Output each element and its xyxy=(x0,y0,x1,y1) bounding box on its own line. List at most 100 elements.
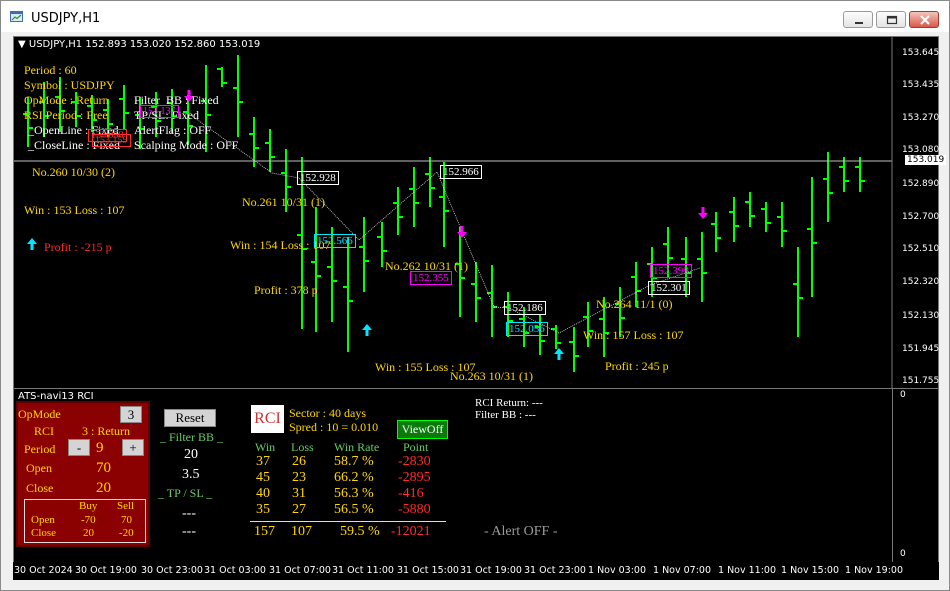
time-tick: 31 Oct 11:00 xyxy=(332,565,394,576)
sell-arrow-icon xyxy=(457,226,467,238)
stats-cell: 56.5 % xyxy=(334,502,374,517)
trade-no-261: No.261 10/31 (1) xyxy=(242,195,325,209)
buy-arrow-icon xyxy=(362,324,372,336)
price-label: 152.355 xyxy=(410,271,452,285)
trade-winloss-264: Win : 157 Loss : 107 xyxy=(583,328,684,342)
stats-head-loss: Loss xyxy=(291,440,314,454)
window-title: USDJPY,H1 xyxy=(31,11,101,26)
period-increment-button[interactable]: + xyxy=(122,439,144,456)
table-head-buy: Buy xyxy=(79,500,98,512)
price-label: 152.301 xyxy=(648,281,690,295)
table-close-buy: 20 xyxy=(83,527,94,539)
trade-profit-261: Profit : 378 p xyxy=(254,283,318,297)
info-symbol: Symbol : USDJPY xyxy=(24,78,115,92)
indicator-scale-bottom: 0 xyxy=(900,549,906,559)
time-tick: 1 Nov 07:00 xyxy=(653,565,712,576)
price-label: 152.399 xyxy=(650,264,692,278)
trade-profit-260: Profit : -215 p xyxy=(44,240,112,254)
chart-symbol-header: ▼ USDJPY,H1 152.893 153.020 152.860 153.… xyxy=(18,39,261,50)
table-close-label: Close xyxy=(31,527,57,539)
info-opmode: OpMode : Return xyxy=(24,93,109,107)
reset-button[interactable]: Reset xyxy=(164,409,216,427)
price-tick: 153.080 xyxy=(902,145,940,155)
period-decrement-button[interactable]: - xyxy=(68,439,90,456)
maximize-button[interactable] xyxy=(876,11,906,28)
open-value[interactable]: 70 xyxy=(96,460,111,477)
total-point: -12021 xyxy=(391,524,431,539)
price-label: 152.566 xyxy=(314,234,356,248)
time-tick: 1 Nov 03:00 xyxy=(588,565,647,576)
filter-bb-value-2: 3.5 xyxy=(182,467,200,482)
filter-bb-header: _ Filter BB _ xyxy=(160,430,224,444)
price-label: 152.966 xyxy=(440,165,482,179)
minimize-button[interactable] xyxy=(843,11,873,28)
table-open-label: Open xyxy=(31,514,55,526)
opmode-label: OpMode xyxy=(18,407,61,421)
price-label: 152.056 xyxy=(506,322,548,336)
info-alert-flag: AlertFlag : OFF xyxy=(134,123,212,137)
spred-text: Spred : 10 = 0.010 xyxy=(289,420,379,434)
stats-cell: 45 xyxy=(256,470,270,485)
price-chart-canvas xyxy=(14,37,893,390)
price-tick: 152.130 xyxy=(902,311,940,321)
stats-cell: -416 xyxy=(398,486,424,501)
info-scalping: Scalping Mode : OFF xyxy=(134,138,239,152)
close-button[interactable] xyxy=(909,11,939,28)
tp-value: --- xyxy=(182,506,196,521)
open-label: Open xyxy=(26,461,52,475)
trade-profit-264: Profit : 245 p xyxy=(605,359,669,373)
rci-return-status: RCI Return: --- xyxy=(475,397,543,409)
stats-cell: -2895 xyxy=(398,470,431,485)
close-label: Close xyxy=(26,481,54,495)
buy-arrow-icon xyxy=(27,238,37,250)
price-tick: 151.945 xyxy=(902,344,940,354)
trade-winloss-260: Win : 153 Loss : 107 xyxy=(24,203,125,217)
time-tick: 1 Nov 11:00 xyxy=(718,565,777,576)
time-tick: 30 Oct 23:00 xyxy=(141,565,203,576)
stats-cell: -2830 xyxy=(398,454,431,469)
table-open-buy: -70 xyxy=(81,514,96,526)
level-table: Buy Sell Open -70 70 Close 20 -20 xyxy=(24,499,146,543)
time-tick: 1 Nov 15:00 xyxy=(781,565,840,576)
filter-bb-status: Filter BB : --- xyxy=(475,409,536,421)
indicator-scale-top: 0 xyxy=(900,390,906,400)
time-tick: 1 Nov 19:00 xyxy=(845,565,904,576)
price-tick: 153.435 xyxy=(902,80,940,90)
info-period: Period : 60 xyxy=(24,63,77,77)
viewoff-button[interactable]: ViewOff xyxy=(397,420,448,439)
stats-cell: 37 xyxy=(256,454,270,469)
rci-label: RCI xyxy=(34,424,55,438)
stats-cell: 35 xyxy=(256,502,270,517)
table-open-sell: 70 xyxy=(121,514,132,526)
stats-cell: 31 xyxy=(292,486,306,501)
price-label: 153.159 xyxy=(92,134,131,147)
total-win: 157 xyxy=(254,524,275,539)
stats-cell: 23 xyxy=(292,470,306,485)
price-tick: 152.700 xyxy=(902,212,940,222)
stats-head-win: Win xyxy=(255,440,276,454)
time-tick: 31 Oct 23:00 xyxy=(524,565,586,576)
time-tick: 30 Oct 2024 xyxy=(14,565,73,576)
opmode-value-button[interactable]: 3 xyxy=(120,406,142,423)
sell-arrow-icon xyxy=(698,207,708,219)
indicator-axis-separator xyxy=(892,389,893,564)
time-axis: 30 Oct 2024 30 Oct 19:00 30 Oct 23:00 31 Oc… xyxy=(13,562,939,580)
stats-cell: 26 xyxy=(292,454,306,469)
price-tick: 153.270 xyxy=(902,113,940,123)
stats-divider xyxy=(250,521,446,522)
buy-arrow-icon xyxy=(554,348,564,360)
rci-control-panel: OpMode 3 RCI 3 : Return Period - 9 + Ope… xyxy=(16,401,150,547)
title-bar[interactable]: USDJPY,H1 xyxy=(1,1,949,32)
stats-head-point: Point xyxy=(403,440,429,454)
indicator-pane[interactable]: ATS-navi13 RCI 0 0 OpMode 3 RCI 3 : Retu… xyxy=(13,388,939,564)
table-head-sell: Sell xyxy=(117,500,135,512)
close-value[interactable]: 20 xyxy=(96,480,111,497)
time-tick: 31 Oct 19:00 xyxy=(460,565,522,576)
price-label: 152.186 xyxy=(504,301,546,315)
stats-cell: -5880 xyxy=(398,502,431,517)
logo-text: RCI xyxy=(254,410,281,427)
sector-text: Sector : 40 days xyxy=(289,406,366,420)
total-loss: 107 xyxy=(291,524,312,539)
price-tick: 151.755 xyxy=(902,376,940,386)
price-chart-pane[interactable]: ▼ USDJPY,H1 152.893 153.020 152.860 153.… xyxy=(13,36,947,390)
